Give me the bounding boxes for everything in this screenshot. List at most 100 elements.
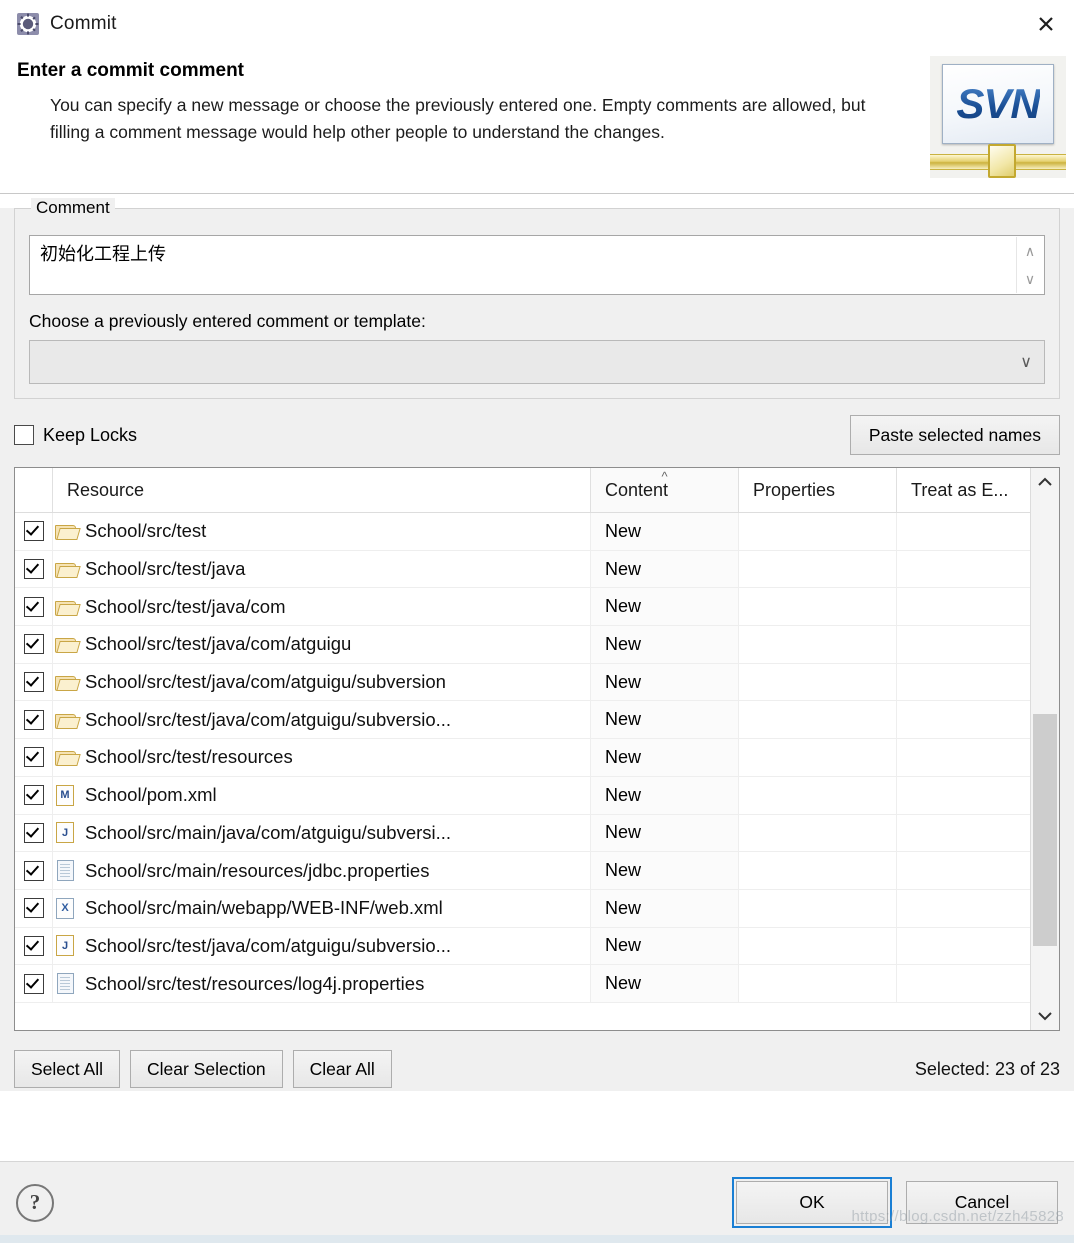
paste-selected-names-button[interactable]: Paste selected names	[849, 414, 1060, 456]
row-checkbox[interactable]	[23, 521, 44, 542]
cell-properties	[739, 626, 897, 663]
cell-properties	[739, 889, 897, 927]
row-checkbox[interactable]	[23, 935, 44, 956]
table-row[interactable]: School/src/test/java/com New	[15, 588, 1059, 627]
table-row[interactable]: School/src/main/resources/jdbc.propertie…	[15, 852, 1059, 890]
resource-table[interactable]: Resource ^ Content Properties Treat as E…	[14, 467, 1060, 1031]
cell-resource: School/src/test/java/com/atguigu	[53, 626, 591, 663]
clear-selection-button[interactable]: Clear Selection	[129, 1049, 283, 1089]
table-row[interactable]: J School/src/main/java/com/atguigu/subver…	[15, 814, 1059, 853]
resource-path: School/src/test/resources	[85, 746, 293, 768]
previous-comment-combobox[interactable]: ∨	[29, 340, 1045, 384]
cell-content: New	[591, 965, 739, 1002]
row-checkbox[interactable]	[23, 822, 44, 843]
row-checkbox[interactable]	[23, 634, 44, 655]
row-checkbox-cell[interactable]	[15, 663, 53, 701]
chevron-up-icon[interactable]	[1031, 468, 1059, 496]
keep-locks-checkbox[interactable]	[14, 425, 34, 445]
column-header-content[interactable]: ^ Content	[591, 468, 739, 512]
table-row[interactable]: X School/src/main/webapp/WEB-INF/web.xml N…	[15, 889, 1059, 928]
chevron-down-icon[interactable]: ∨	[1025, 271, 1035, 288]
row-checkbox-cell[interactable]	[15, 852, 53, 889]
cell-resource: J School/src/test/java/com/atguigu/subver…	[53, 927, 591, 965]
cell-resource: School/src/test/resources	[53, 739, 591, 776]
select-all-button[interactable]: Select All	[14, 1049, 120, 1089]
table-row[interactable]: School/src/test/java/com/atguigu New	[15, 626, 1059, 664]
row-checkbox-cell[interactable]	[15, 701, 53, 739]
cell-content: New	[591, 852, 739, 889]
folder-icon	[54, 712, 76, 729]
table-row[interactable]: School/src/test/java/com/atguigu/subvers…	[15, 701, 1059, 740]
row-checkbox-cell[interactable]	[15, 513, 53, 550]
chevron-up-icon[interactable]: ∧	[1025, 243, 1035, 260]
cell-properties	[739, 663, 897, 701]
table-row[interactable]: School/src/test/resources New	[15, 739, 1059, 777]
cell-properties	[739, 739, 897, 776]
row-checkbox[interactable]	[23, 898, 44, 919]
table-row[interactable]: School/src/test New	[15, 513, 1059, 551]
row-checkbox[interactable]	[23, 709, 44, 730]
column-header-resource[interactable]: Resource	[53, 468, 591, 512]
row-checkbox-cell[interactable]	[15, 965, 53, 1002]
comment-textarea-scrollbar[interactable]: ∧ ∨	[1016, 237, 1043, 293]
comment-textarea-value[interactable]: 初始化工程上传	[30, 236, 1044, 273]
table-row[interactable]: School/src/test/java/com/atguigu/subvers…	[15, 663, 1059, 702]
cell-resource: X School/src/main/webapp/WEB-INF/web.xml	[53, 889, 591, 927]
table-scrollbar[interactable]	[1030, 468, 1059, 1030]
row-checkbox[interactable]	[23, 596, 44, 617]
cell-resource: J School/src/main/java/com/atguigu/subver…	[53, 814, 591, 852]
cell-resource: M School/pom.xml	[53, 776, 591, 814]
maven-file-icon: M	[56, 784, 74, 806]
selection-button-row: Select All Clear Selection Clear All Sel…	[14, 1047, 1060, 1091]
cell-properties	[739, 927, 897, 965]
resource-path: School/src/test/java/com/atguigu/subvers…	[85, 708, 452, 730]
help-icon[interactable]: ?	[16, 1183, 54, 1222]
row-checkbox-cell[interactable]	[15, 626, 53, 663]
dialog-footer: ? OK Cancel https://blog.csdn.net/zzh458…	[0, 1161, 1074, 1243]
chevron-down-icon[interactable]	[1031, 1002, 1059, 1030]
row-checkbox-cell[interactable]	[15, 550, 53, 588]
cell-content: New	[591, 588, 739, 626]
row-checkbox[interactable]	[23, 973, 44, 994]
folder-icon	[54, 674, 76, 692]
row-checkbox[interactable]	[23, 860, 44, 881]
row-checkbox-cell[interactable]	[15, 814, 53, 852]
text-file-icon	[56, 973, 74, 995]
cell-properties	[739, 814, 897, 852]
column-header-content-label: Content	[605, 479, 669, 500]
cell-content: New	[591, 889, 739, 927]
folder-icon	[54, 561, 76, 579]
row-checkbox[interactable]	[23, 559, 44, 580]
svn-logo-text: SVN	[956, 80, 1040, 127]
cell-properties	[739, 776, 897, 814]
xml-file-icon: X	[56, 897, 74, 919]
table-body[interactable]: School/src/test New School/src/test/java Ne…	[15, 513, 1059, 1030]
selection-status: Selected: 23 of 23	[914, 1058, 1060, 1079]
table-row[interactable]: M School/pom.xml New	[15, 776, 1059, 815]
row-checkbox-cell[interactable]	[15, 927, 53, 965]
scrollbar-thumb[interactable]	[1033, 714, 1057, 946]
column-header-properties[interactable]: Properties	[739, 468, 897, 512]
java-file-icon: J	[56, 935, 74, 957]
table-row[interactable]: School/src/test/resources/log4j.properti…	[15, 965, 1059, 1003]
row-checkbox-cell[interactable]	[15, 776, 53, 814]
close-icon[interactable]	[1018, 0, 1074, 48]
row-checkbox[interactable]	[23, 672, 44, 693]
cell-resource: School/src/test/java	[53, 550, 591, 588]
cell-resource: School/src/test/java/com	[53, 588, 591, 626]
bottom-strip	[0, 1235, 1074, 1243]
row-checkbox-cell[interactable]	[15, 588, 53, 626]
comment-textarea[interactable]: 初始化工程上传 ∧ ∨	[29, 235, 1045, 295]
chevron-down-icon[interactable]: ∨	[1020, 352, 1032, 372]
row-checkbox-cell[interactable]	[15, 889, 53, 927]
text-file-icon	[56, 860, 74, 882]
folder-icon	[54, 749, 76, 767]
table-row[interactable]: J School/src/test/java/com/atguigu/subver…	[15, 927, 1059, 966]
row-checkbox[interactable]	[23, 747, 44, 768]
dialog-body: Comment 初始化工程上传 ∧ ∨ Choose a previously …	[0, 198, 1074, 1091]
cell-content: New	[591, 663, 739, 701]
row-checkbox-cell[interactable]	[15, 739, 53, 776]
clear-all-button[interactable]: Clear All	[292, 1049, 392, 1089]
row-checkbox[interactable]	[23, 785, 44, 806]
table-row[interactable]: School/src/test/java New	[15, 550, 1059, 589]
